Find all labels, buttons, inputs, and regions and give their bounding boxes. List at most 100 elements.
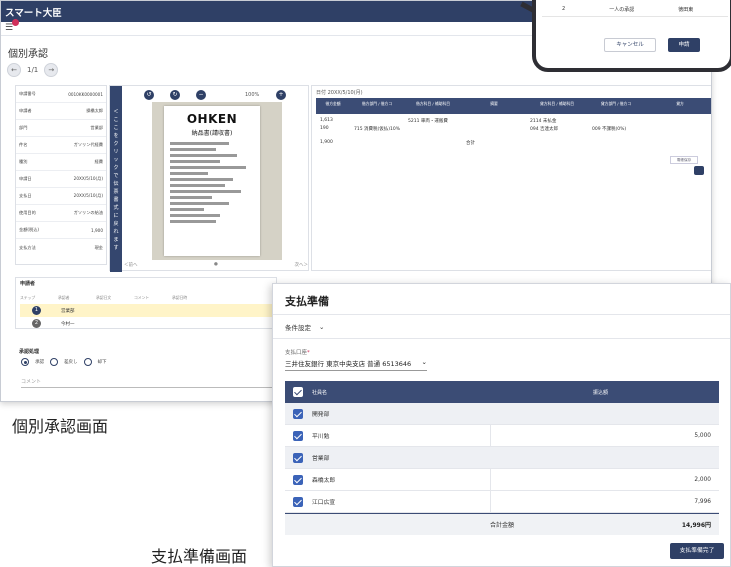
info-label: 申請番号 xyxy=(19,91,36,96)
receipt-image: OHKEN 納品書(請収書) xyxy=(164,106,260,256)
employee-row: 江口広宣 7,996 xyxy=(285,491,719,513)
decision-title: 承認処理 xyxy=(19,349,40,355)
rotate-right-icon[interactable]: ↻ xyxy=(170,90,180,100)
row-checkbox[interactable] xyxy=(293,430,303,441)
menu-icon[interactable]: ☰ xyxy=(5,24,13,33)
row-checkbox[interactable] xyxy=(293,408,303,419)
detail-small-button[interactable]: 電帳保存 xyxy=(670,156,698,164)
employee-name: 江口広宣 xyxy=(312,500,336,506)
journal-detail: 日付 20XX/5/10(月) 借方金額 借方部門 / 借方コ 借方科目 / 補助科… xyxy=(311,85,711,271)
detail-header: 借方金額 借方部門 / 借方コ 借方科目 / 補助科目 摘要 貸方科目 / 補助科目 貸方… xyxy=(316,98,711,114)
app-title: スマート大臣 xyxy=(5,8,62,19)
account-value: 三井住友銀行 東京中央支店 普通 6513646 xyxy=(285,360,412,368)
info-value: 現金 xyxy=(94,244,103,250)
info-label: 使用目的 xyxy=(19,210,36,215)
notification-badge xyxy=(12,19,19,26)
transfer-amount xyxy=(490,447,719,468)
prev-arrow-icon[interactable]: ← xyxy=(7,63,21,77)
radio-button[interactable] xyxy=(21,358,29,366)
viewer-side-tab[interactable]: ＜ここをクリックで伝票書式に戻れます xyxy=(110,86,122,272)
transfer-amount: 5,000 xyxy=(490,425,719,446)
radio-label: 却下 xyxy=(97,360,107,365)
detail-row: 1,613 5211 車両・運搬費 2114 未払金 xyxy=(316,118,711,124)
detail-cell xyxy=(462,118,526,124)
chevron-down-icon: ⌄ xyxy=(421,358,427,366)
cancel-button[interactable]: キャンセル xyxy=(604,38,656,52)
radio-label: 承認 xyxy=(35,360,44,365)
info-value: 1,900 xyxy=(91,227,103,233)
detail-cell xyxy=(404,140,462,146)
detail-cell: 009 不課税(0%) xyxy=(592,127,627,132)
pager-count: 1/1 xyxy=(27,66,39,74)
radio-button[interactable] xyxy=(50,358,58,366)
info-value: 営業部 xyxy=(90,125,103,130)
detail-row: 1,900 合計 xyxy=(316,140,711,146)
payment-screen: 支払準備 条件設定 ⌄ 支払口座* 三井住友銀行 東京中央支店 普通 65136… xyxy=(272,283,731,567)
total-value: 14,996円 xyxy=(681,522,711,529)
zoom-in-icon[interactable]: + xyxy=(276,90,286,100)
zoom-level: 100% xyxy=(245,92,260,98)
detail-cell xyxy=(350,118,404,124)
receipt-logo: OHKEN xyxy=(186,112,238,126)
detail-cell: 5211 車両・運搬費 xyxy=(408,119,448,124)
phone-dialog: 2 一人の承認 徳田東 キャンセル 申請 xyxy=(532,0,731,72)
flow-column-header: 承認日時 xyxy=(172,295,188,300)
detail-row: 190 715 消費税(仮払)10% 094 吉連太郎 009 不課税(0%) xyxy=(316,126,711,132)
approval-decision: 承認処理 承認 差戻し 却下 コメント xyxy=(15,348,277,398)
divider xyxy=(273,338,730,339)
step-name: 今村一 xyxy=(61,321,75,327)
payment-ready-button[interactable]: 支払準備完了 xyxy=(670,543,724,559)
detail-cell xyxy=(588,118,644,124)
flow-column-header: 承認者 xyxy=(58,295,70,300)
header-name: 社員名 xyxy=(312,389,328,396)
viewer-pager: ＜前へ ● 次へ＞ xyxy=(124,262,308,268)
application-info-table: 申請番号 0010KK0000001 申請者 操橋太郎 部門 営業部 件名 ガソリン代経費 種別… xyxy=(15,85,107,265)
pager: ← 1/1 → xyxy=(7,63,59,77)
info-row: 支払方法 現金 xyxy=(16,239,106,256)
viewer-tools: ↺ ↻ − xyxy=(144,90,206,100)
condition-label: 条件設定 xyxy=(285,324,311,332)
next-arrow-icon[interactable]: → xyxy=(44,63,59,77)
detail-column-header: 借方科目 / 補助科目 xyxy=(415,101,451,106)
detail-cell xyxy=(462,126,526,132)
transfer-amount xyxy=(490,403,719,424)
detail-cell: 190 xyxy=(320,126,329,131)
rotate-left-icon[interactable]: ↺ xyxy=(144,90,154,100)
apply-button[interactable]: 申請 xyxy=(668,38,700,52)
viewer-next-link[interactable]: 次へ＞ xyxy=(295,262,309,268)
radio-button[interactable] xyxy=(83,358,92,366)
department-row: 開発部 xyxy=(285,403,719,425)
account-select[interactable]: 三井住友銀行 東京中央支店 普通 6513646 ⌄ xyxy=(285,358,427,371)
approver-type: 一人の承認 xyxy=(609,7,635,13)
employee-row: 平川勉 5,000 xyxy=(285,425,719,447)
info-row: 部門 営業部 xyxy=(16,120,106,137)
detail-column-header: 借方部門 / 借方コ xyxy=(361,101,393,106)
detail-date: 日付 20XX/5/10(月) xyxy=(316,90,363,96)
viewer-prev-link[interactable]: ＜前へ xyxy=(124,262,138,268)
collapse-arrow-icon: ＜ xyxy=(113,109,119,115)
info-row: 申請番号 0010KK0000001 xyxy=(16,86,106,103)
info-label: 申請日 xyxy=(19,176,32,181)
row-checkbox[interactable] xyxy=(293,474,303,485)
flow-header: ステップ 承認者 承認日文 コメント 承認日時 xyxy=(20,295,200,301)
payment-title: 支払準備 xyxy=(285,295,329,308)
divider xyxy=(542,16,728,17)
row-checkbox[interactable] xyxy=(293,496,303,507)
row-checkbox[interactable] xyxy=(293,452,303,463)
select-all-checkbox[interactable] xyxy=(293,387,303,397)
table-header: 社員名 振込額 xyxy=(285,381,719,403)
detail-cell: 1,900 xyxy=(320,140,333,145)
info-label: 支払日 xyxy=(19,193,32,198)
info-row: 申請者 操橋太郎 xyxy=(16,103,106,120)
detail-action-button[interactable] xyxy=(694,166,704,175)
zoom-out-icon[interactable]: − xyxy=(196,90,206,100)
comment-input[interactable]: コメント xyxy=(21,376,275,388)
approval-caption: 個別承認画面 xyxy=(12,417,109,436)
info-row: 申請日 20XX/5/10(月) xyxy=(16,171,106,188)
page-title: 個別承認 xyxy=(8,49,48,60)
department-row: 営業部 xyxy=(285,447,719,469)
condition-toggle[interactable]: 条件設定 ⌄ xyxy=(285,322,324,332)
step-number: 2 xyxy=(32,319,41,328)
flow-step: 2 今村一 xyxy=(20,317,274,330)
approver-step: 2 xyxy=(562,6,566,12)
